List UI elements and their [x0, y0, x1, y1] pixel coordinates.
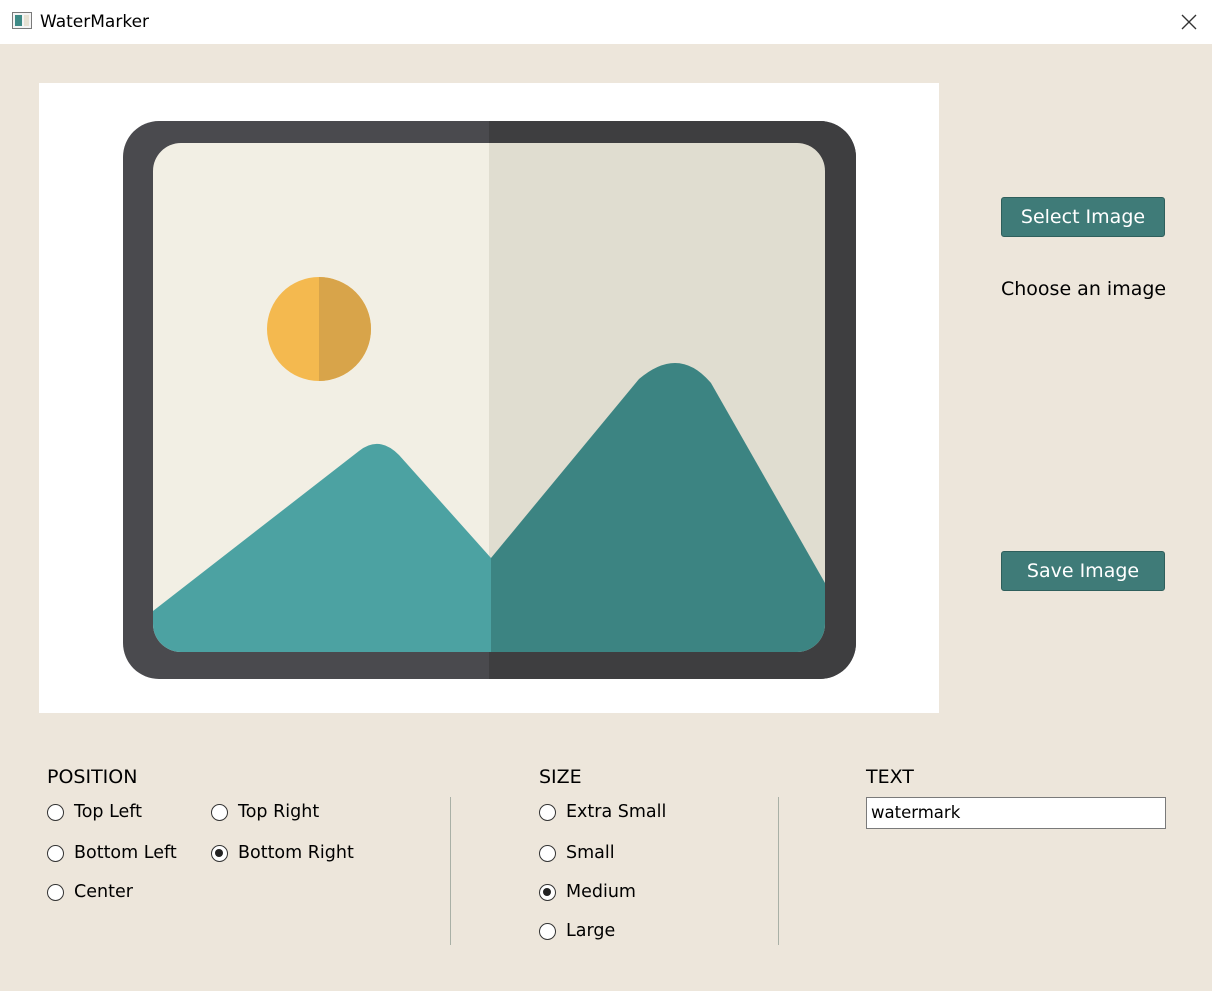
radio-position-top-left[interactable]: Top Left — [47, 801, 142, 823]
radio-circle[interactable] — [47, 844, 64, 862]
radio-position-center[interactable]: Center — [47, 881, 133, 903]
radio-position-bottom-right[interactable]: Bottom Right — [211, 842, 354, 864]
save-image-button[interactable]: Save Image — [1001, 551, 1165, 591]
section-divider — [778, 797, 779, 945]
image-preview — [39, 83, 939, 713]
radio-label: Small — [566, 843, 615, 863]
radio-position-bottom-left[interactable]: Bottom Left — [47, 842, 177, 864]
radio-circle-selected[interactable] — [211, 844, 228, 862]
radio-label: Medium — [566, 882, 636, 902]
radio-label: Top Right — [238, 802, 320, 822]
radio-size-medium[interactable]: Medium — [539, 881, 636, 903]
radio-label: Center — [74, 882, 133, 902]
radio-size-small[interactable]: Small — [539, 842, 615, 864]
watermark-text-input[interactable]: watermark — [866, 797, 1166, 829]
radio-circle-selected[interactable] — [539, 883, 556, 901]
close-icon — [1181, 14, 1197, 30]
radio-size-extra-small[interactable]: Extra Small — [539, 801, 666, 823]
radio-circle[interactable] — [47, 803, 64, 821]
radio-circle[interactable] — [211, 803, 228, 821]
status-label: Choose an image — [1001, 278, 1167, 300]
radio-label: Bottom Right — [238, 843, 354, 863]
radio-label: Top Left — [74, 802, 143, 822]
radio-circle[interactable] — [539, 844, 556, 862]
radio-circle[interactable] — [539, 922, 556, 940]
title-bar: WaterMarker — [0, 0, 1212, 44]
app-image-icon — [12, 12, 32, 29]
radio-circle[interactable] — [47, 883, 64, 901]
size-title: SIZE — [539, 766, 582, 788]
radio-label: Large — [566, 921, 616, 941]
radio-size-large[interactable]: Large — [539, 920, 615, 942]
image-placeholder-icon — [123, 121, 856, 679]
close-button[interactable] — [1166, 0, 1212, 44]
select-image-button[interactable]: Select Image — [1001, 197, 1165, 237]
position-title: POSITION — [47, 766, 138, 788]
text-title: TEXT — [866, 766, 914, 788]
radio-circle[interactable] — [539, 803, 556, 821]
radio-position-top-right[interactable]: Top Right — [211, 801, 319, 823]
section-divider — [450, 797, 451, 945]
window-title: WaterMarker — [40, 12, 150, 32]
radio-label: Extra Small — [566, 802, 667, 822]
radio-label: Bottom Left — [74, 843, 177, 863]
